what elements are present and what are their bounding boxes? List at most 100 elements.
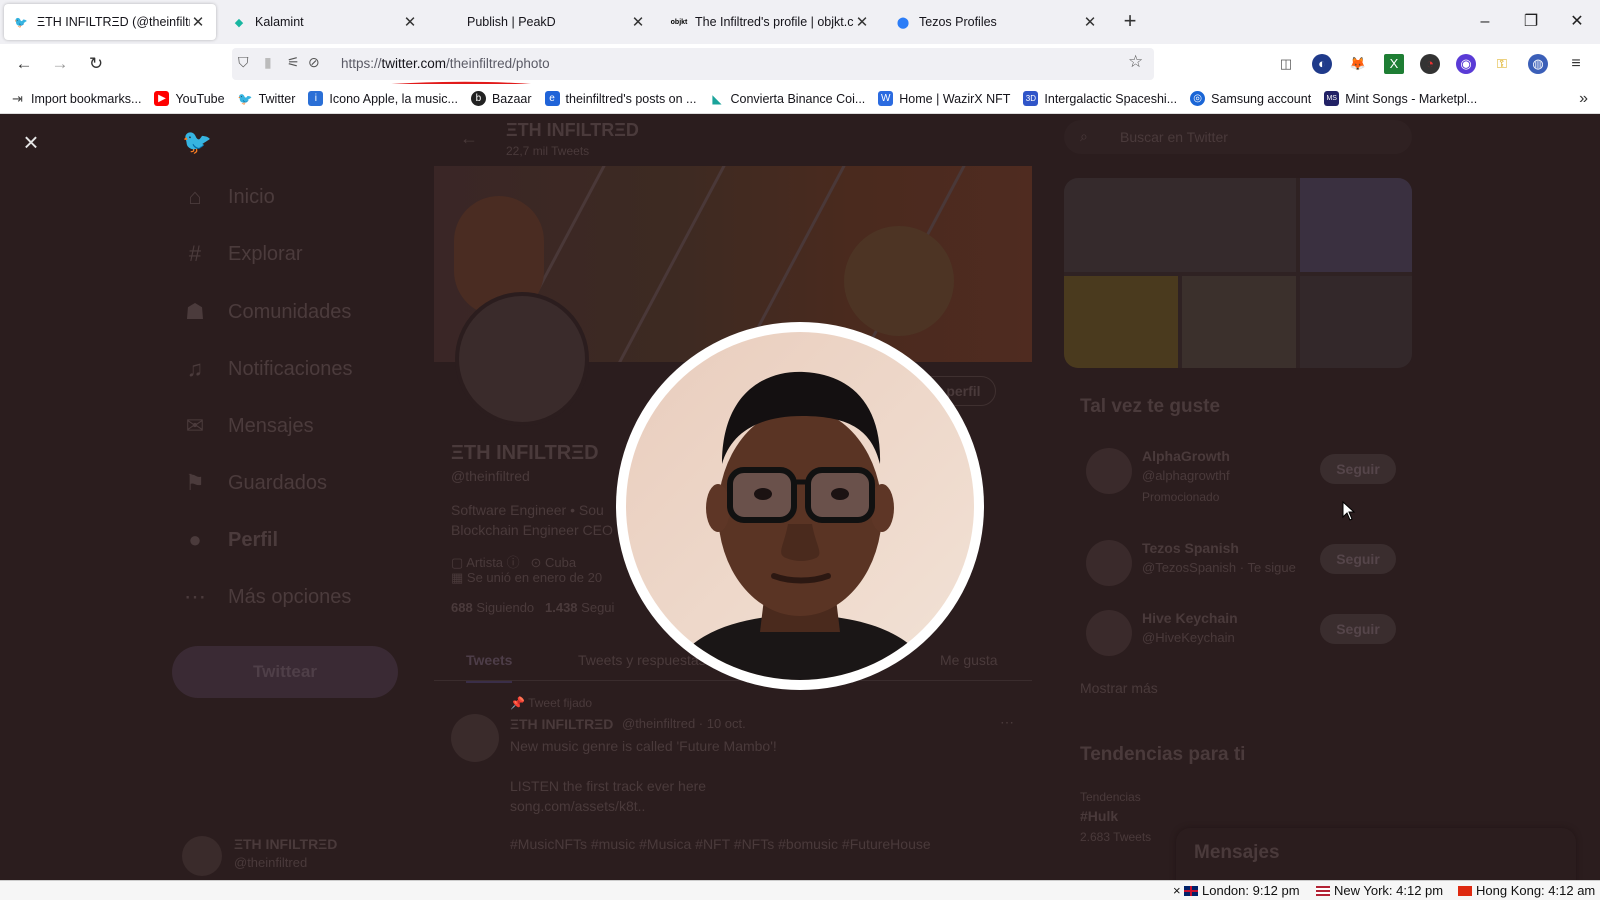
trend-name[interactable]: #Hulk [1080,808,1118,824]
menu-icon[interactable]: ≡ [1566,54,1586,74]
profile-bio-line: Software Engineer • Sou [451,502,604,518]
tweet-button[interactable]: Twittear [172,646,398,698]
follow-button[interactable]: Seguir [1320,614,1396,644]
globe-icon[interactable]: ◍ [1528,54,1548,74]
bookmark-star-icon[interactable]: ☆ [1128,52,1143,72]
bookmark-item[interactable]: 🐦 Twitter [238,91,296,106]
key-icon[interactable]: ⚿ [1492,54,1512,74]
media-grid[interactable] [1064,178,1412,368]
url-text[interactable]: https://twitter.com/theinfiltred/photo [341,56,550,71]
avatar[interactable] [1086,610,1132,656]
follow-button[interactable]: Seguir [1320,454,1396,484]
shield-icon[interactable]: ⛉ [238,54,249,71]
pocket-icon[interactable]: ◫ [1276,54,1296,74]
tab-me-gusta[interactable]: Me gusta [940,652,998,668]
bookmark-item[interactable]: ◎ Samsung account [1190,91,1311,106]
mintsongs-icon: MS [1324,91,1340,106]
tab-kalamint[interactable]: ◆ Kalamint ✕ [222,4,428,40]
suggestion-name[interactable]: Tezos Spanish [1142,540,1239,556]
minimize-button[interactable]: – [1462,0,1508,44]
profile-follow-stats[interactable]: 688 Siguiendo 1.438 Segui [451,600,614,615]
restore-button[interactable]: ❐ [1508,0,1554,44]
avatar[interactable] [451,714,499,762]
tab-title: The Infiltred's profile | objkt.com [695,15,854,29]
show-more-link[interactable]: Mostrar más [1080,680,1158,696]
close-tab-icon[interactable]: ✕ [630,13,646,31]
follow-button[interactable]: Seguir [1320,544,1396,574]
close-icon[interactable]: × [14,126,48,160]
tweet-text: LISTEN the first track ever here [510,778,707,794]
metamask-icon[interactable]: 🦊 [1348,54,1368,74]
bookmark-item[interactable]: ⇥ Import bookmarks... [10,91,141,106]
bookmark-item[interactable]: i Icono Apple, la music... [308,91,458,106]
bookmark-item[interactable]: ◣ Convierta Binance Coi... [709,91,865,106]
new-tab-button[interactable]: + [1114,6,1146,38]
more-icon[interactable]: ⋯ [1000,714,1014,731]
account-handle: @theinfiltred [234,855,308,870]
sidebar-item-inicio[interactable]: ⌂ Inicio [182,184,274,210]
tab-tweets-respuestas[interactable]: Tweets y respuestas [578,652,706,668]
tab-bar: 🐦 ΞTH INFILTRΞD (@theinfiltred) / ✕ ◆ Ka… [0,0,1600,44]
sidebar-item-guardados[interactable]: ⚑ Guardados [182,470,327,496]
sidebar-item-comunidades[interactable]: ☗ Comunidades [182,299,351,325]
back-arrow-icon[interactable]: ← [460,128,478,149]
extension-icon[interactable]: ◔ [1420,54,1440,74]
objkt-icon: objkt [670,18,688,26]
sidebar-item-mas-opciones[interactable]: ⋯ Más opciones [182,584,351,610]
forward-arrow-icon[interactable]: → [48,52,72,76]
mail-icon: ✉ [185,413,205,438]
search-input[interactable]: ⌕ Buscar en Twitter [1064,120,1412,154]
3d-icon: 3D [1023,91,1039,106]
sidebar-item-notificaciones[interactable]: ♫ Notificaciones [182,356,353,382]
bookmark-item[interactable]: MS Mint Songs - Marketpl... [1324,91,1477,106]
tab-twitter[interactable]: 🐦 ΞTH INFILTRΞD (@theinfiltred) / ✕ [4,4,216,40]
messages-drawer[interactable]: Mensajes [1176,828,1576,880]
excel-icon[interactable]: X [1384,54,1404,74]
suggestion-handle: @HiveKeychain [1142,630,1235,645]
avatar[interactable] [1086,540,1132,586]
tab-peakd[interactable]: Publish | PeakD ✕ [434,4,656,40]
profile-name: ΞTH INFILTRΞD [451,442,599,464]
profile-header-name: ΞTH INFILTRΞD [506,120,639,140]
bookmark-item[interactable]: W Home | WazirX NFT [878,91,1010,106]
address-bar[interactable]: ⛉ ▮ ⚟ ⊘ https://twitter.com/theinfiltred… [232,48,1154,80]
suggestion-name[interactable]: AlphaGrowth [1142,448,1230,464]
tab-objkt[interactable]: objkt The Infiltred's profile | objkt.co… [662,4,880,40]
mouse-cursor-icon [1342,501,1356,521]
window-close-button[interactable]: ✕ [1554,0,1600,44]
extension-icon[interactable]: ◐ [1312,54,1332,74]
search-icon: ⌕ [1080,128,1088,144]
close-tab-icon[interactable]: ✕ [402,13,418,31]
bookmark-item[interactable]: ▶ YouTube [154,91,225,106]
avatar[interactable] [1086,448,1132,494]
bookmark-item[interactable]: 3D Intergalactic Spaceshi... [1023,91,1177,106]
suggestion-name[interactable]: Hive Keychain [1142,610,1238,626]
permissions-icon[interactable]: ⚟ [287,54,300,71]
close-tab-icon[interactable]: ✕ [854,13,870,31]
sidebar-item-perfil[interactable]: ● Perfil [182,527,278,553]
profile-joined: ▦ Se unió en enero de 20 [451,570,603,585]
sidebar-item-explorar[interactable]: # Explorar [182,241,303,267]
tweet-hashtags[interactable]: #MusicNFTs #music #Musica #NFT #NFTs #bo… [510,836,931,852]
back-arrow-icon[interactable]: ← [12,52,36,76]
us-flag-icon [1316,885,1330,896]
sidebar-item-mensajes[interactable]: ✉ Mensajes [182,413,314,439]
lock-icon[interactable]: ▮ [264,54,272,71]
tweet-meta: @theinfiltred · 10 oct. [622,716,746,731]
tab-tezos-profiles[interactable]: ⬤ Tezos Profiles ✕ [886,4,1108,40]
close-icon[interactable]: × [1173,883,1181,898]
reload-icon[interactable]: ↻ [84,52,108,76]
avatar[interactable] [182,836,222,876]
bookmark-item[interactable]: b Bazaar [470,91,532,106]
notifications-blocked-icon[interactable]: ⊘ [308,54,320,71]
tab-tweets[interactable]: Tweets [466,652,513,683]
profile-avatar[interactable] [455,292,589,426]
tweet-link[interactable]: song.com/assets/k8t.. [510,798,645,814]
close-tab-icon[interactable]: ✕ [1082,13,1098,31]
bookmark-icon: ⚑ [185,470,205,495]
chevron-double-right-icon[interactable]: » [1579,90,1588,108]
bookmarks-bar: ⇥ Import bookmarks... ▶ YouTube 🐦 Twitter i… [0,84,1600,114]
extension-icon[interactable]: ◉ [1456,54,1476,74]
bookmark-item[interactable]: e theinfiltred's posts on ... [544,91,696,106]
close-tab-icon[interactable]: ✕ [190,13,206,31]
